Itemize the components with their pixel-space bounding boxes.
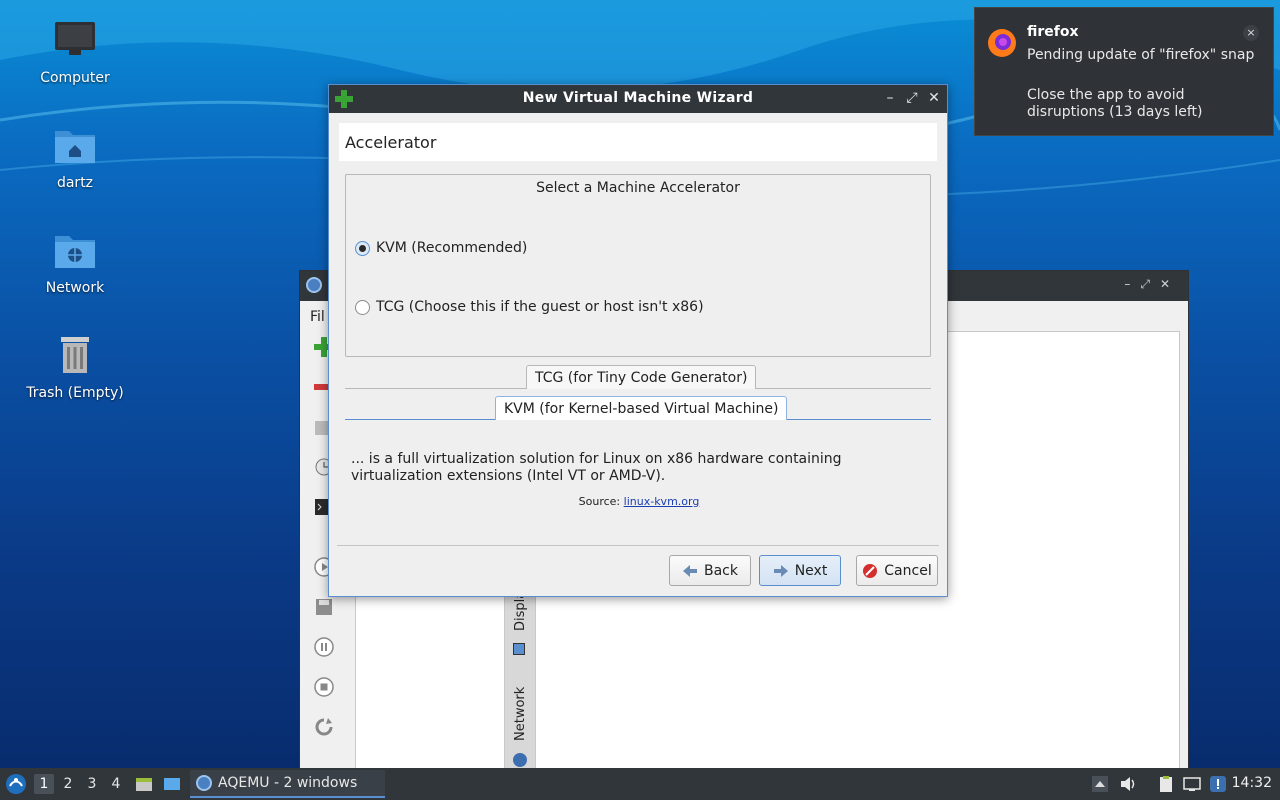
radio-tcg-label: TCG (Choose this if the guest or host is… bbox=[376, 299, 704, 315]
tab-kvm[interactable]: KVM (for Kernel-based Virtual Machine) bbox=[495, 396, 788, 420]
file-manager-icon[interactable] bbox=[135, 775, 153, 793]
maximize-icon[interactable]: ⤢ bbox=[903, 89, 921, 107]
minimize-icon[interactable]: – bbox=[881, 89, 899, 107]
desktop-icon-label: Computer bbox=[40, 70, 110, 86]
arrow-left-icon bbox=[683, 564, 697, 577]
network-tray-icon[interactable] bbox=[1183, 775, 1201, 793]
cancel-button[interactable]: Cancel bbox=[856, 555, 938, 586]
tab-tcg[interactable]: TCG (for Tiny Code Generator) bbox=[526, 365, 757, 389]
taskbar: 1 2 3 4 AQEMU - 2 windows 14:32 bbox=[0, 768, 1280, 800]
vertical-tabbar: Displa Network bbox=[505, 591, 535, 771]
wizard-titlebar[interactable]: New Virtual Machine Wizard – ⤢ ✕ bbox=[329, 85, 947, 113]
volume-icon[interactable] bbox=[1119, 775, 1137, 793]
radio-kvm-label: KVM (Recommended) bbox=[376, 240, 528, 256]
desktop-icon-trash[interactable]: Trash (Empty) bbox=[20, 333, 130, 401]
notification-popup[interactable]: firefox Pending update of "firefox" snap… bbox=[974, 7, 1274, 136]
back-button-label: Back bbox=[704, 562, 738, 579]
trash-icon bbox=[61, 337, 89, 373]
desktop-icon-network[interactable]: Network bbox=[20, 228, 130, 296]
aqemu-window-controls[interactable]: –⤢✕ bbox=[1124, 277, 1180, 292]
tab-network[interactable]: Network bbox=[513, 687, 528, 741]
desktop-icon-label: dartz bbox=[56, 175, 94, 191]
firefox-icon bbox=[988, 29, 1016, 57]
wizard-title: New Virtual Machine Wizard bbox=[522, 90, 754, 106]
home-folder-icon bbox=[55, 131, 95, 163]
button-separator bbox=[337, 545, 939, 546]
update-notifier-icon[interactable] bbox=[1209, 775, 1227, 793]
desktop-icon-computer[interactable]: Computer bbox=[20, 18, 130, 86]
aqemu-app-icon bbox=[306, 277, 322, 293]
page-title: Accelerator bbox=[339, 123, 937, 161]
cancel-button-label: Cancel bbox=[884, 562, 932, 579]
source-link[interactable]: linux-kvm.org bbox=[624, 495, 700, 508]
group-title: Select a Machine Accelerator bbox=[536, 180, 740, 196]
source-line: Source: linux-kvm.org bbox=[329, 495, 949, 508]
new-vm-wizard-dialog[interactable]: New Virtual Machine Wizard – ⤢ ✕ Acceler… bbox=[328, 84, 948, 597]
notification-app-name: firefox bbox=[1027, 24, 1079, 40]
accelerator-group: Select a Machine Accelerator KVM (Recomm… bbox=[345, 174, 931, 357]
notification-close-button[interactable]: × bbox=[1243, 25, 1259, 41]
desktop-icon-home-folder[interactable]: dartz bbox=[20, 123, 130, 191]
reset-icon[interactable] bbox=[314, 717, 334, 737]
desktop-icon-label: Network bbox=[45, 280, 105, 296]
cancel-icon bbox=[863, 563, 878, 578]
start-menu-icon[interactable] bbox=[4, 772, 28, 796]
workspace-1[interactable]: 1 bbox=[34, 774, 54, 794]
back-button[interactable]: Back bbox=[669, 555, 751, 586]
computer-icon bbox=[55, 22, 95, 55]
save-icon[interactable] bbox=[314, 597, 334, 617]
tabbar-kvm: KVM (for Kernel-based Virtual Machine) bbox=[345, 396, 931, 420]
radio-tcg[interactable]: TCG (Choose this if the guest or host is… bbox=[355, 299, 704, 315]
next-button-label: Next bbox=[794, 562, 828, 579]
aqemu-task-icon bbox=[196, 775, 212, 791]
workspace-4[interactable]: 4 bbox=[106, 774, 126, 794]
desktop-icon-label: Trash (Empty) bbox=[26, 385, 124, 401]
taskbar-aqemu-task[interactable]: AQEMU - 2 windows bbox=[190, 770, 385, 798]
task-label: AQEMU - 2 windows bbox=[218, 775, 358, 791]
workspace-2[interactable]: 2 bbox=[58, 774, 78, 794]
network-folder-icon bbox=[55, 236, 95, 268]
close-icon[interactable]: ✕ bbox=[925, 89, 943, 107]
notification-line-2: Close the app to avoid disruptions (13 d… bbox=[1027, 87, 1203, 120]
radio-kvm[interactable]: KVM (Recommended) bbox=[355, 240, 527, 256]
clock[interactable]: 14:32 bbox=[1232, 775, 1272, 791]
clipboard-icon[interactable] bbox=[1157, 775, 1175, 793]
accelerator-description: ... is a full virtualization solution fo… bbox=[351, 451, 842, 484]
notification-line-1: Pending update of "firefox" snap bbox=[1027, 47, 1255, 63]
arrow-right-icon bbox=[773, 564, 788, 577]
network-tab-icon bbox=[513, 753, 527, 767]
show-desktop-icon[interactable] bbox=[163, 775, 181, 793]
source-prefix: Source: bbox=[578, 495, 621, 508]
tray-up-arrow-icon[interactable] bbox=[1091, 775, 1109, 793]
pause-icon[interactable] bbox=[314, 637, 334, 657]
display-tab-icon bbox=[513, 643, 525, 655]
workspace-3[interactable]: 3 bbox=[82, 774, 102, 794]
radio-button-checked[interactable] bbox=[355, 240, 370, 256]
radio-button-unchecked[interactable] bbox=[355, 299, 370, 315]
next-button[interactable]: Next bbox=[759, 555, 841, 586]
tabbar-tcg: TCG (for Tiny Code Generator) bbox=[345, 365, 931, 389]
stop-icon[interactable] bbox=[314, 677, 334, 697]
